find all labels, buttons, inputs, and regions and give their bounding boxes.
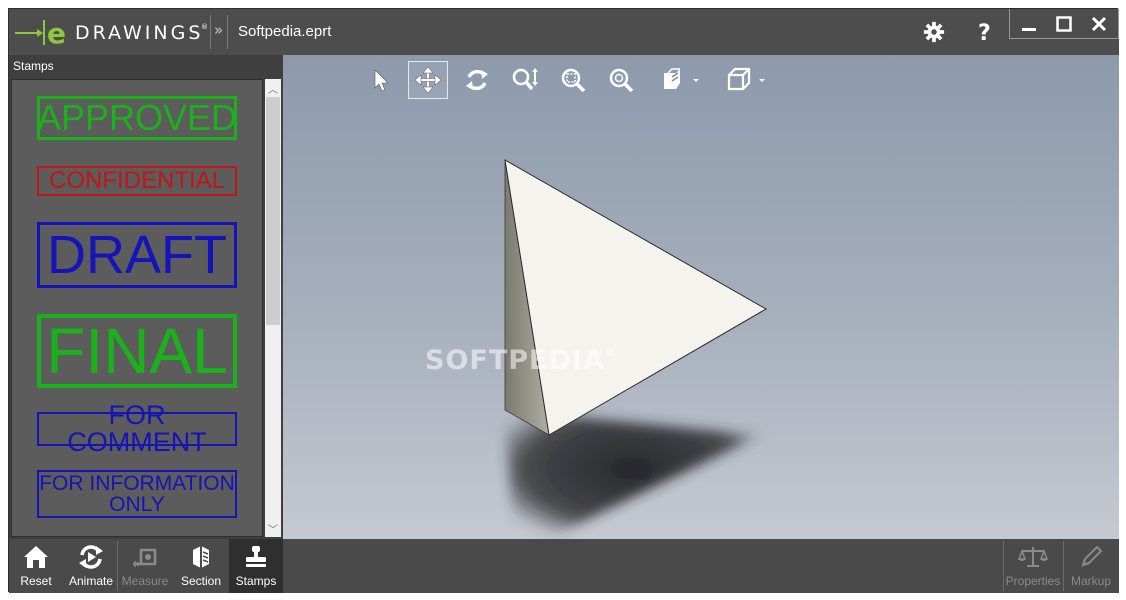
- edrawings-window: e DRAWINGS ® » Softpedia.eprt ? Stamps A…: [8, 8, 1119, 593]
- pyramid-model[interactable]: [283, 55, 1119, 539]
- stamp-label-line1: FOR INFORMATION: [39, 472, 235, 495]
- section-icon: [193, 546, 209, 568]
- maximize-button[interactable]: [1047, 9, 1081, 39]
- toolbar-divider: [1003, 541, 1004, 591]
- softpedia-watermark: SOFTPEDIA®: [425, 345, 618, 376]
- stamp-confidential[interactable]: CONFIDENTIAL: [37, 166, 237, 196]
- markup-label: Markup: [1070, 574, 1111, 588]
- stamps-button[interactable]: Stamps: [229, 539, 283, 593]
- question-mark-icon: ?: [978, 21, 991, 44]
- measure-button[interactable]: Measure: [119, 539, 171, 593]
- minimize-button[interactable]: [1012, 9, 1046, 39]
- stamp-icon: [246, 546, 266, 567]
- stamp-label: DRAFT: [47, 225, 227, 285]
- stamp-for-information-only[interactable]: FOR INFORMATION ONLY: [37, 470, 237, 518]
- model-viewport[interactable]: SOFTPEDIA®: [283, 55, 1119, 539]
- section-label: Section: [180, 574, 222, 588]
- minimize-icon: [1022, 28, 1036, 31]
- scroll-down-icon[interactable]: ﹀: [265, 520, 281, 536]
- title-bar: e DRAWINGS ® » Softpedia.eprt ?: [9, 9, 1119, 55]
- reset-label: Reset: [20, 574, 52, 588]
- svg-text:?: ?: [978, 21, 991, 44]
- home-icon: [24, 546, 48, 568]
- bottom-toolbar: Reset Animate Measure Section Stamps Pro…: [9, 539, 1119, 593]
- edrawings-logo: e DRAWINGS ®: [13, 17, 209, 50]
- stamp-list-scrollbar[interactable]: ︿ ﹀: [265, 79, 281, 537]
- section-button[interactable]: Section: [175, 539, 227, 593]
- stamp-for-comment[interactable]: FOR COMMENT: [37, 402, 237, 456]
- pyramid-front-face: [504, 159, 768, 436]
- panel-title: Stamps: [13, 59, 54, 73]
- toolbar-divider: [1063, 541, 1064, 591]
- maximize-icon: [1056, 16, 1072, 32]
- stamp-approved[interactable]: APPROVED: [37, 96, 237, 140]
- watermark-text: SOFTPEDIA: [425, 345, 605, 376]
- stamp-label: FOR COMMENT: [67, 400, 207, 457]
- stamp-final[interactable]: FINAL: [37, 314, 237, 388]
- stamp-label: FINAL: [46, 315, 228, 387]
- stamp-label-line2: ONLY: [109, 493, 165, 516]
- properties-button[interactable]: Properties: [1005, 539, 1061, 593]
- logo-wordmark: DRAWINGS: [75, 22, 204, 44]
- animate-icon: [79, 545, 103, 569]
- stamp-label: CONFIDENTIAL: [48, 167, 225, 194]
- logo-registered-mark: ®: [201, 23, 208, 31]
- window-controls: [1009, 9, 1119, 39]
- stamp-label: APPROVED: [36, 97, 238, 138]
- pencil-icon: [1081, 545, 1103, 567]
- help-button[interactable]: ?: [968, 16, 1002, 48]
- scrollbar-thumb[interactable]: [266, 97, 280, 325]
- properties-label: Properties: [1005, 574, 1061, 588]
- scales-icon: [1018, 547, 1048, 567]
- svg-text:e: e: [47, 17, 66, 47]
- stamps-panel: Stamps APPROVED CONFIDENTIAL DRAFT FINAL…: [9, 55, 283, 539]
- measure-label: Measure: [121, 574, 169, 588]
- settings-button[interactable]: [917, 16, 951, 48]
- e-logo-icon: e: [15, 17, 66, 50]
- animate-label: Animate: [68, 574, 114, 588]
- expand-chevron-icon[interactable]: »: [214, 21, 223, 39]
- stamp-draft[interactable]: DRAFT: [37, 222, 237, 288]
- gear-icon: [923, 21, 945, 43]
- measure-icon: [133, 548, 157, 567]
- close-icon: [1091, 16, 1107, 32]
- watermark-registered-mark: ®: [604, 345, 618, 359]
- toolbar-divider: [117, 541, 118, 591]
- stamp-list: APPROVED CONFIDENTIAL DRAFT FINAL FOR CO…: [11, 79, 263, 537]
- scroll-up-icon[interactable]: ︿: [265, 80, 281, 96]
- markup-button[interactable]: Markup: [1065, 539, 1117, 593]
- stamps-label: Stamps: [235, 574, 277, 588]
- document-title: Softpedia.eprt: [238, 23, 332, 40]
- reset-button[interactable]: Reset: [11, 539, 61, 593]
- close-button[interactable]: [1082, 9, 1116, 39]
- animate-button[interactable]: Animate: [65, 539, 117, 593]
